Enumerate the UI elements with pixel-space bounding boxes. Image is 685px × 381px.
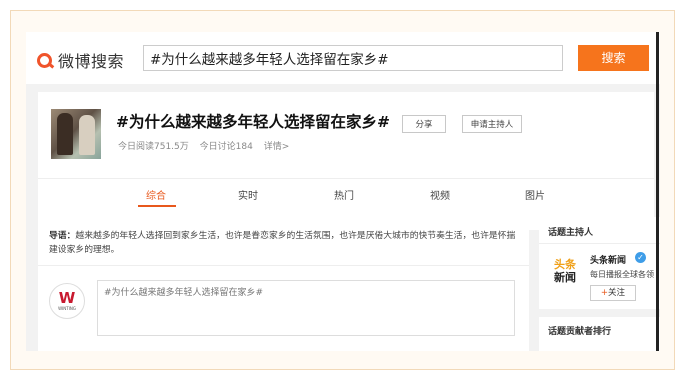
- divider: [539, 243, 660, 244]
- intro-label: 导语：: [49, 231, 76, 241]
- read-count: 今日阅读751.5万: [118, 142, 189, 152]
- logo-line-1: 头条: [554, 258, 576, 271]
- share-button[interactable]: 分享: [402, 115, 446, 133]
- post-composer-input[interactable]: [97, 280, 515, 336]
- avatar-caption: WINTING: [58, 306, 76, 311]
- topic-card: #为什么越来越多年轻人选择留在家乡# 分享 申请主持人 今日阅读751.5万 今…: [38, 92, 654, 230]
- follow-button[interactable]: +关注: [590, 285, 636, 301]
- person-figure-icon: [79, 115, 95, 155]
- weibo-search-logo[interactable]: 微博搜索: [37, 48, 124, 72]
- tab-realtime[interactable]: 实时: [238, 187, 258, 202]
- host-description: 每日播报全球各领: [590, 270, 654, 279]
- sidebar-panel: 话题主持人 头条 新闻 头条新闻 ✓ 每日播报全球各领 +关注 话题贡献者排行: [539, 217, 660, 351]
- host-name-link[interactable]: 头条新闻: [590, 253, 626, 266]
- topic-title: #为什么越来越多年轻人选择留在家乡#: [116, 113, 390, 131]
- intro-body: 越来越多的年轻人选择回到家乡生活，也许是眷恋家乡的生活氛围，也许是厌倦大城市的快…: [49, 231, 516, 255]
- window-edge: [656, 32, 659, 351]
- logo-text: 微博搜索: [58, 52, 125, 71]
- discuss-count: 今日讨论184: [199, 142, 253, 152]
- apply-host-button[interactable]: 申请主持人: [462, 115, 522, 133]
- toutiao-news-logo[interactable]: 头条 新闻: [548, 254, 582, 288]
- avatar-letter: W: [58, 289, 76, 307]
- tab-hot[interactable]: 热门: [334, 187, 354, 202]
- search-button[interactable]: 搜索: [578, 45, 649, 71]
- intro-text: 导语：越来越多的年轻人选择回到家乡生活，也许是眷恋家乡的生活氛围，也许是厌倦大城…: [49, 229, 519, 257]
- details-link[interactable]: 详情>: [264, 142, 290, 152]
- section-gap: [539, 309, 660, 317]
- topic-intro-panel: 导语：越来越多的年轻人选择回到家乡生活，也许是眷恋家乡的生活氛围，也许是厌倦大城…: [38, 217, 529, 351]
- weibo-search-page: 微博搜索 搜索 #为什么越来越多年轻人选择留在家乡# 分享 申请主持人 今日阅读…: [26, 32, 660, 351]
- active-tab-indicator: [138, 205, 176, 207]
- topic-stats: 今日阅读751.5万 今日讨论184 详情>: [118, 139, 297, 152]
- topic-cover-image: [51, 109, 101, 159]
- plus-icon: +: [600, 288, 609, 298]
- divider: [38, 178, 654, 179]
- follow-label: 关注: [608, 288, 626, 298]
- verified-icon: ✓: [635, 252, 646, 263]
- top-bar: 微博搜索 搜索: [26, 32, 660, 84]
- user-avatar[interactable]: W WINTING: [49, 283, 85, 319]
- tab-images[interactable]: 图片: [525, 187, 545, 202]
- host-section-title: 话题主持人: [548, 228, 594, 238]
- contributors-section-title: 话题贡献者排行: [548, 327, 612, 337]
- tab-comprehensive[interactable]: 综合: [146, 187, 166, 202]
- search-logo-icon: [37, 52, 52, 68]
- divider: [38, 265, 529, 266]
- logo-line-2: 新闻: [554, 271, 576, 284]
- person-figure-icon: [57, 113, 73, 155]
- tab-video[interactable]: 视频: [430, 187, 450, 202]
- search-input[interactable]: [143, 45, 563, 71]
